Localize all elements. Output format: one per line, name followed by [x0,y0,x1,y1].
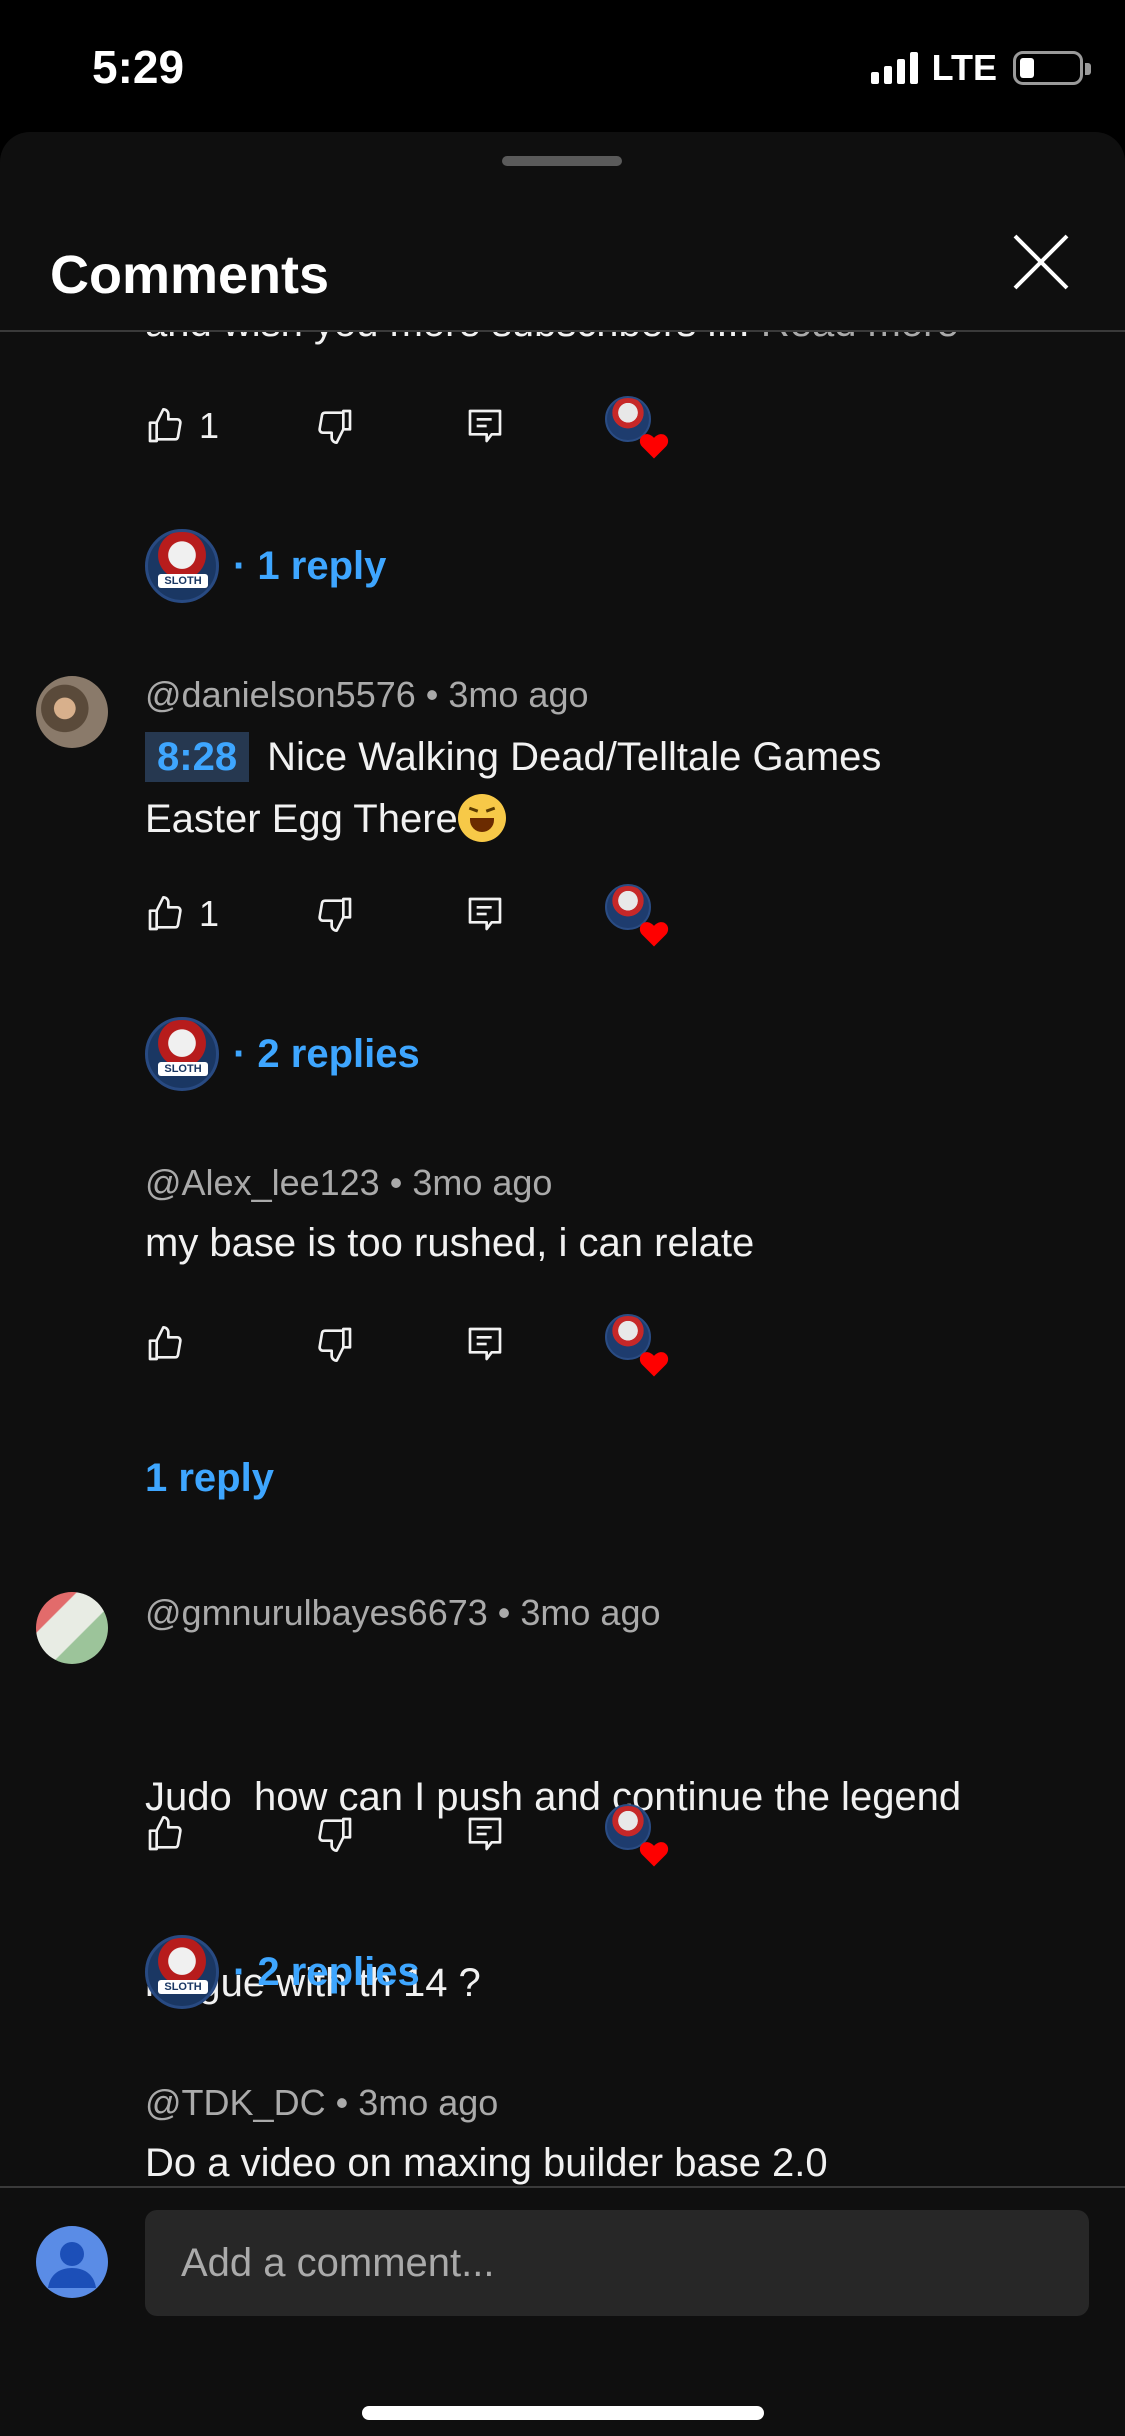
comment-actions: 1 [145,884,745,947]
comment-text: Judo how can I push and continue the leg… [145,1642,1065,2138]
meta-separator: • [389,1162,413,1203]
view-replies-button[interactable]: SLOTH · 2 replies [145,1016,420,1092]
creator-heart-badge [605,1804,669,1868]
creator-heart-badge [605,396,669,460]
comment-icon [468,1817,502,1851]
user-avatar[interactable] [36,676,108,748]
reply-button[interactable] [465,884,505,944]
replies-link: · 2 replies [233,1949,420,1994]
current-user-avatar[interactable] [36,2226,108,2298]
sheet-header: Comments [0,192,1125,332]
comment-text-line: Easter Egg There [145,797,458,841]
status-indicators: LTE [870,47,1091,88]
comment-text-partial: and wish you more subscribers i... [145,332,750,345]
meta-separator: • [425,674,449,715]
comment-text-line: Nice Walking Dead/Telltale Games [267,735,882,779]
comment-age: 3mo ago [448,674,589,715]
comments-sheet: Comments and wish you more subscribers i… [0,132,1125,2436]
view-replies-button[interactable]: SLOTH · 1 reply [145,528,386,604]
replies-link: · 2 replies [233,1031,420,1076]
comment-input[interactable] [145,2210,1089,2316]
close-icon [1013,234,1069,290]
comment-age: 3mo ago [358,2082,499,2123]
meta-separator: • [335,2082,359,2123]
meta-separator: • [497,1592,521,1633]
thumb-down-icon [318,1327,352,1362]
battery-icon [1013,51,1091,85]
dislike-button[interactable] [315,1804,355,1864]
dislike-button[interactable] [315,1314,355,1374]
network-label: LTE [931,47,997,88]
comment-actions: 1 [145,396,745,459]
thumb-down-icon [318,1817,352,1852]
heart-icon [639,1842,669,1867]
replies-link: · 1 reply [233,543,387,588]
comment-author[interactable]: @TDK_DC [145,2082,326,2123]
creator-avatar-tag: SLOTH [158,1980,208,1994]
comment-meta: @Alex_lee123 • 3mo ago [145,1162,552,1204]
like-button[interactable] [145,1314,185,1374]
like-count: 1 [199,405,220,446]
reply-button[interactable] [465,396,505,456]
sheet-title: Comments [50,245,330,305]
thumb-up-icon [148,408,182,443]
comment-actions [145,1314,745,1377]
heart-icon [639,434,669,459]
laughing-emoji-icon [457,794,506,842]
reply-button[interactable] [465,1804,505,1864]
creator-heart-badge [605,884,669,948]
comment-text: 8:28 Nice Walking Dead/Telltale Games Eas… [145,726,1045,850]
creator-avatar-tag: SLOTH [158,574,208,588]
comment-age: 3mo ago [412,1162,553,1203]
comment-author[interactable]: @danielson5576 [145,674,416,715]
like-button[interactable]: 1 [145,396,219,456]
comment-author[interactable]: @Alex_lee123 [145,1162,380,1203]
comments-list[interactable]: and wish you more subscribers i... Read … [0,332,1125,2320]
status-time: 5:29 [92,41,185,93]
drag-handle[interactable] [502,156,622,166]
comment-text: Do a video on maxing builder base 2.0 [145,2141,828,2185]
close-button[interactable] [1001,222,1081,302]
reply-button[interactable] [465,1314,505,1374]
thumb-up-icon [148,1326,182,1361]
comment-actions [145,1804,745,1867]
comment-meta: @TDK_DC • 3mo ago [145,2082,498,2124]
creator-avatar: SLOTH [145,1935,219,2009]
comment-age: 3mo ago [520,1592,661,1633]
creator-avatar: SLOTH [145,529,219,603]
comment-text: and wish you more subscribers i... Read … [145,332,959,354]
like-button[interactable]: 1 [145,884,219,944]
dislike-button[interactable] [315,884,355,944]
comment-meta: @danielson5576 • 3mo ago [145,674,589,716]
comment-author[interactable]: @gmnurulbayes6673 [145,1592,488,1633]
person-icon [48,2242,96,2288]
comment-icon [468,897,502,931]
timestamp-link[interactable]: 8:28 [145,732,250,782]
thumb-down-icon [318,409,352,444]
heart-icon [639,922,669,947]
comment-icon [468,409,502,443]
user-avatar[interactable] [36,1592,108,1664]
thumb-down-icon [318,897,352,932]
thumb-up-icon [148,1816,182,1851]
comment-meta: @gmnurulbayes6673 • 3mo ago [145,1592,661,1634]
like-count: 1 [199,893,220,934]
thumb-up-icon [148,896,182,931]
signal-icon [870,52,918,84]
comment-text: my base is too rushed, i can relate [145,1221,755,1265]
comment-icon [468,1327,502,1361]
like-button[interactable] [145,1804,185,1864]
heart-icon [639,1352,669,1377]
view-replies-button[interactable]: 1 reply [145,1448,274,1508]
comment-composer [0,2186,1125,2436]
status-bar: 5:29 LTE [0,0,1125,130]
view-replies-button[interactable]: SLOTH · 2 replies [145,1934,420,2010]
creator-heart-badge [605,1314,669,1378]
dislike-button[interactable] [315,396,355,456]
replies-link: 1 reply [145,1455,274,1500]
creator-avatar: SLOTH [145,1017,219,1091]
read-more-link[interactable]: Read more [761,332,959,345]
creator-avatar-tag: SLOTH [158,1062,208,1076]
home-indicator[interactable] [362,2406,764,2420]
